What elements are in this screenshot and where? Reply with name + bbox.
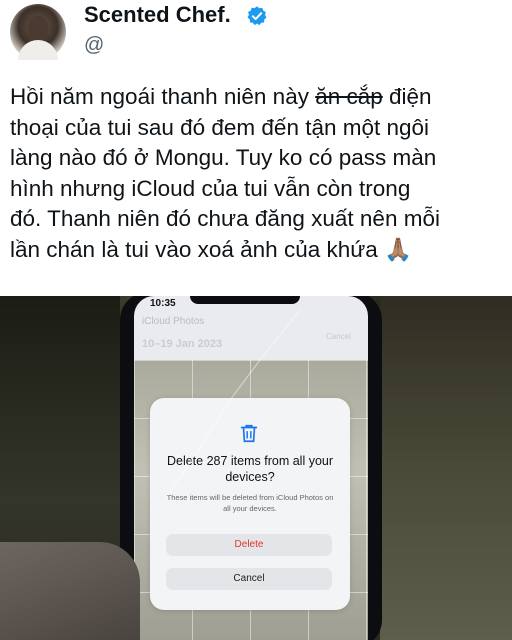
phone-notch — [190, 296, 300, 304]
post-header: Scented Chef. @ — [0, 0, 512, 68]
post-text-line-1: Hồi năm ngoái thanh niên này ăn cắp điện — [10, 82, 506, 113]
post-text-line-2: thoại của tui sau đó đem đến tận một ngô… — [10, 114, 430, 140]
icloud-photos-title: iCloud Photos — [142, 316, 205, 327]
cancel-link: Cancel — [326, 332, 351, 341]
text-segment: Hồi năm ngoái thanh niên này — [10, 84, 316, 109]
cancel-button[interactable]: Cancel — [166, 568, 332, 590]
avatar-shirt — [18, 40, 58, 60]
post-text: Hồi năm ngoái thanh niên này ăn cắp điện… — [10, 82, 506, 265]
status-bar-time: 10:35 — [150, 298, 176, 309]
photo-background-right — [380, 296, 512, 640]
date-range-label: 10–19 Jan 2023 — [142, 338, 223, 350]
dialog-title: Delete 287 items from all your devices? — [166, 454, 334, 484]
strikethrough-text: ăn cắp — [315, 84, 383, 109]
verified-badge-icon — [247, 6, 267, 26]
delete-button[interactable]: Delete — [166, 534, 332, 556]
avatar-face — [28, 16, 48, 40]
trash-icon — [240, 424, 258, 443]
post-text-line-5: đó. Thanh niên đó chưa đăng xuất nên mỗi — [10, 206, 440, 231]
text-segment: điện — [382, 84, 432, 109]
avatar[interactable] — [10, 4, 66, 60]
author-handle[interactable]: @ — [84, 34, 104, 57]
author-name[interactable]: Scented Chef. — [84, 2, 231, 28]
delete-confirmation-dialog: Delete 287 items from all your devices? … — [150, 398, 350, 610]
post-text-line-6: lần chán là tui vào xoá ảnh của khứa 🙏🏽 — [10, 236, 413, 262]
post-text-line-4: hình nhưng iCloud của tui vẫn còn trong — [10, 175, 411, 201]
dialog-description: These items will be deleted from iCloud … — [166, 493, 334, 513]
thumb — [0, 542, 140, 640]
post-text-line-3: làng nào đó ở Mongu. Tuy ko có pass màn — [10, 145, 437, 170]
